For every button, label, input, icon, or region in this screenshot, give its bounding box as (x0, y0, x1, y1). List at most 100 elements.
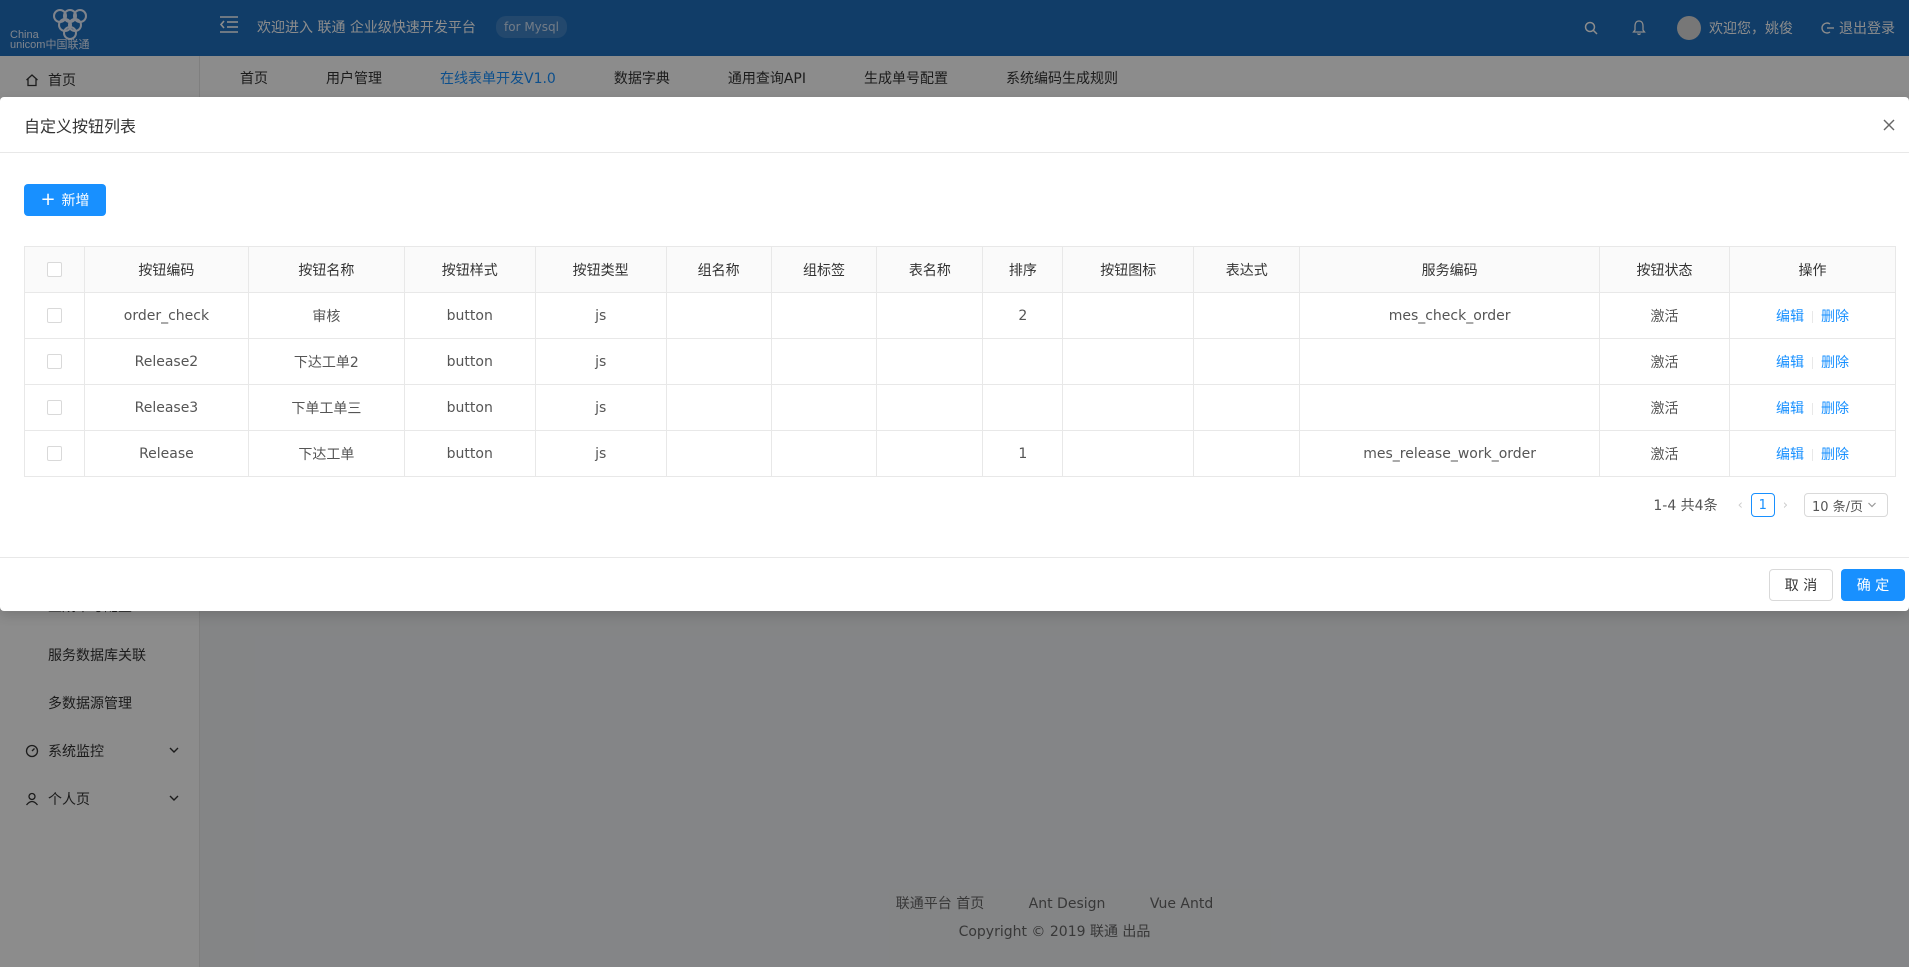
chevron-down-icon (1868, 502, 1876, 508)
table-cell: Release2 (83, 338, 249, 385)
row-checkbox[interactable] (46, 446, 62, 461)
column-header: 按钮状态 (1599, 246, 1730, 293)
edit-link[interactable]: 编辑 (1776, 401, 1804, 417)
row-checkbox[interactable] (46, 308, 62, 323)
table-cell: 下单工单三 (247, 384, 405, 431)
modal-header: 自定义按钮列表 (0, 97, 1909, 153)
table-cell (1193, 292, 1301, 339)
table-cell: 下达工单 (247, 430, 405, 477)
column-header: 按钮样式 (403, 246, 536, 293)
table-row: Release2 下达工单2 button js 激活 编辑 删除 (24, 338, 1897, 385)
table-cell (876, 430, 984, 477)
pagination-total: 1-4 共4条 (1653, 498, 1718, 514)
table-cell: js (534, 292, 667, 339)
row-select-cell[interactable] (24, 292, 85, 339)
actions-cell: 编辑 删除 (1728, 384, 1897, 431)
table-cell: js (534, 430, 667, 477)
table-cell: Release3 (83, 384, 249, 431)
table-cell (1193, 338, 1301, 385)
table-cell (665, 292, 772, 339)
table-cell: button (403, 338, 536, 385)
table-cell (1062, 292, 1195, 339)
prev-page-icon[interactable]: ‹ (1738, 498, 1743, 513)
add-button-label: 新增 (61, 193, 90, 209)
table-cell: 激活 (1599, 430, 1730, 477)
table-cell: mes_release_work_order (1299, 430, 1601, 477)
table-cell (876, 338, 984, 385)
table-cell: js (534, 384, 667, 431)
table-cell (1193, 430, 1301, 477)
table-cell (770, 384, 878, 431)
row-select-cell[interactable] (24, 430, 85, 477)
divider (1811, 402, 1813, 415)
column-header: 表达式 (1193, 246, 1301, 293)
page-size-select[interactable]: 10 条/页 (1804, 493, 1888, 517)
table-row: order_check 审核 button js 2 mes_check_ord… (24, 292, 1897, 339)
table-cell (982, 338, 1064, 385)
divider (1811, 448, 1813, 461)
edit-link[interactable]: 编辑 (1776, 309, 1804, 325)
table-cell: 1 (982, 430, 1064, 477)
table-cell: Release (83, 430, 249, 477)
next-page-icon[interactable]: › (1783, 498, 1788, 513)
table-cell: button (403, 430, 536, 477)
table-cell: 激活 (1599, 292, 1730, 339)
column-header: 排序 (982, 246, 1064, 293)
table-cell (665, 384, 772, 431)
column-header: 按钮类型 (534, 246, 667, 293)
close-icon[interactable] (1879, 115, 1899, 135)
table-cell (770, 338, 878, 385)
table-cell (1299, 338, 1601, 385)
row-checkbox[interactable] (46, 400, 62, 415)
table-header-row: 按钮编码 按钮名称 按钮样式 按钮类型 组名称 组标签 表名称 排序 按钮图标 … (24, 246, 1897, 293)
column-header: 按钮编码 (83, 246, 249, 293)
actions-cell: 编辑 删除 (1728, 430, 1897, 477)
row-select-cell[interactable] (24, 384, 85, 431)
table-cell: order_check (83, 292, 249, 339)
table-cell (770, 292, 878, 339)
add-button[interactable]: + 新增 (24, 184, 106, 216)
table-cell (982, 384, 1064, 431)
ok-button[interactable]: 确 定 (1841, 569, 1905, 601)
page-size-value: 10 条/页 (1812, 499, 1864, 515)
column-header: 组标签 (770, 246, 878, 293)
plus-icon: + (40, 189, 56, 210)
edit-link[interactable]: 编辑 (1776, 355, 1804, 371)
column-header: 表名称 (876, 246, 984, 293)
actions-cell: 编辑 删除 (1728, 292, 1897, 339)
cancel-button[interactable]: 取 消 (1769, 569, 1833, 601)
select-all-checkbox[interactable] (46, 262, 62, 277)
column-header: 按钮图标 (1062, 246, 1195, 293)
divider (1811, 310, 1813, 323)
delete-link[interactable]: 删除 (1821, 309, 1849, 325)
table-cell (1193, 384, 1301, 431)
column-header: 服务编码 (1299, 246, 1601, 293)
modal-footer: 取 消 确 定 (0, 557, 1909, 611)
table-cell (876, 292, 984, 339)
table-cell (1062, 338, 1195, 385)
table-cell (1062, 384, 1195, 431)
divider (1811, 356, 1813, 369)
row-checkbox[interactable] (46, 354, 62, 369)
pagination: 1-4 共4条 ‹ 1 › 10 条/页 (1653, 493, 1888, 517)
column-header: 组名称 (665, 246, 772, 293)
delete-link[interactable]: 删除 (1821, 447, 1849, 463)
table-cell (665, 338, 772, 385)
table-cell (876, 384, 984, 431)
select-all-cell[interactable] (24, 246, 85, 293)
actions-cell: 编辑 删除 (1728, 338, 1897, 385)
modal-title: 自定义按钮列表 (24, 116, 137, 136)
column-header: 按钮名称 (247, 246, 405, 293)
edit-link[interactable]: 编辑 (1776, 447, 1804, 463)
page-number-button[interactable]: 1 (1750, 493, 1775, 517)
table-cell: 下达工单2 (247, 338, 405, 385)
custom-button-modal: 自定义按钮列表 + 新增 按钮编码 按钮名称 按钮样式 按钮类型 组名称 组标签… (0, 97, 1909, 611)
table-cell: 激活 (1599, 384, 1730, 431)
table-cell: js (534, 338, 667, 385)
row-select-cell[interactable] (24, 338, 85, 385)
delete-link[interactable]: 删除 (1821, 401, 1849, 417)
column-header: 操作 (1728, 246, 1897, 293)
table-cell: 激活 (1599, 338, 1730, 385)
delete-link[interactable]: 删除 (1821, 355, 1849, 371)
table-row: Release 下达工单 button js 1 mes_release_wor… (24, 430, 1897, 477)
